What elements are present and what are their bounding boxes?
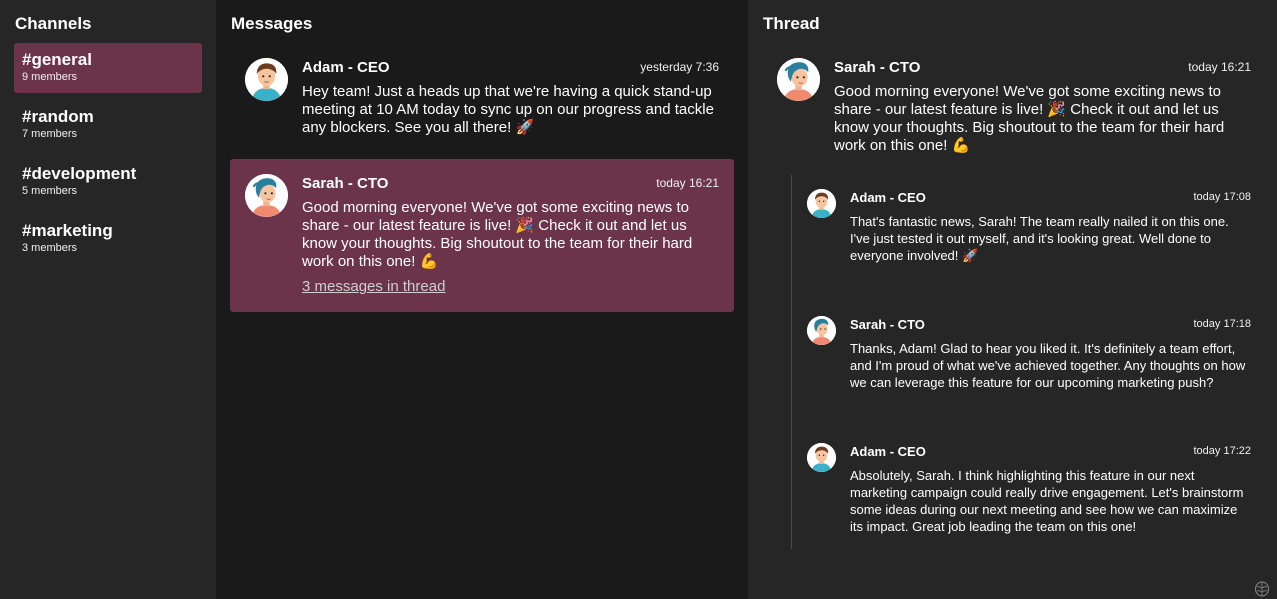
thread-replies: Adam - CEO today 17:08 That's fantastic …: [791, 175, 1263, 549]
sarah-avatar: [807, 316, 836, 345]
message-body: Sarah - CTO today 17:18 Thanks, Adam! Gl…: [850, 316, 1263, 391]
thread-reply: Adam - CEO today 17:08 That's fantastic …: [807, 175, 1263, 264]
channel-members: 9 members: [22, 71, 78, 83]
channel-name: #general: [22, 50, 92, 69]
message-body: Sarah - CTO today 16:21 Good morning eve…: [302, 174, 719, 296]
message-text: That's fantastic news, Sarah! The team r…: [850, 214, 1229, 263]
channels-panel: Channels #general 9 members #random 7 me…: [0, 0, 216, 599]
message-body: Adam - CEO today 17:08 That's fantastic …: [850, 189, 1263, 264]
message-author: Sarah - CTO: [850, 316, 925, 332]
channel-name: #marketing: [22, 221, 113, 240]
message-author: Sarah - CTO: [834, 58, 921, 76]
adam-avatar-icon: [245, 58, 288, 101]
chat-app: Channels #general 9 members #random 7 me…: [0, 0, 1277, 599]
message-header: Adam - CEO today 17:08: [850, 189, 1251, 205]
message-time: today 17:08: [1193, 191, 1252, 203]
channel-general[interactable]: #general 9 members: [14, 43, 202, 93]
brain-icon[interactable]: [1247, 579, 1277, 599]
channel-members: 5 members: [22, 185, 78, 197]
message-text: Good morning everyone! We've got some ex…: [302, 199, 693, 270]
message-item-selected[interactable]: Sarah - CTO today 16:21 Good morning eve…: [230, 159, 734, 312]
adam-avatar: [807, 443, 836, 472]
brain-icon-glyph: [1255, 581, 1269, 597]
adam-avatar: [245, 58, 288, 101]
sarah-avatar-icon: [777, 58, 820, 101]
message-author: Adam - CEO: [302, 58, 390, 76]
message-header: Adam - CEO yesterday 7:36: [302, 58, 719, 76]
adam-avatar: [807, 189, 836, 218]
channel-members: 7 members: [22, 128, 78, 140]
channel-random[interactable]: #random 7 members: [14, 100, 202, 150]
message-text: Absolutely, Sarah. I think highlighting …: [850, 468, 1244, 534]
channels-title: Channels: [15, 14, 92, 33]
sarah-avatar: [777, 58, 820, 101]
message-body: Adam - CEO yesterday 7:36 Hey team! Just…: [302, 58, 719, 137]
sarah-avatar-icon: [807, 316, 836, 345]
sarah-avatar: [245, 174, 288, 217]
thread-panel: Thread Sarah - CTO today 16:21 Good morn…: [748, 0, 1277, 599]
adam-avatar-icon: [807, 189, 836, 218]
message-time: today 16:21: [1188, 60, 1251, 74]
sarah-avatar-icon: [245, 174, 288, 217]
message-header: Adam - CEO today 17:22: [850, 443, 1251, 459]
channel-marketing[interactable]: #marketing 3 members: [14, 214, 202, 264]
thread-link[interactable]: 3 messages in thread: [302, 278, 445, 295]
message-time: today 17:18: [1193, 318, 1252, 330]
messages-title: Messages: [231, 14, 313, 33]
message-text: Thanks, Adam! Glad to hear you liked it.…: [850, 341, 1246, 390]
channel-members: 3 members: [22, 242, 78, 254]
message-header: Sarah - CTO today 16:21: [302, 174, 719, 192]
message-body: Adam - CEO today 17:22 Absolutely, Sarah…: [850, 443, 1263, 535]
message-author: Adam - CEO: [850, 189, 926, 205]
message-time: yesterday 7:36: [640, 60, 719, 74]
channel-name: #development: [22, 164, 137, 183]
message-text: Hey team! Just a heads up that we're hav…: [302, 83, 714, 136]
message-time: today 16:21: [656, 176, 719, 190]
channel-name: #random: [22, 107, 94, 126]
message-header: Sarah - CTO today 17:18: [850, 316, 1251, 332]
message-item[interactable]: Adam - CEO yesterday 7:36 Hey team! Just…: [230, 43, 734, 153]
thread-reply: Sarah - CTO today 17:18 Thanks, Adam! Gl…: [807, 302, 1263, 391]
message-header: Sarah - CTO today 16:21: [834, 58, 1251, 76]
thread-title: Thread: [763, 14, 820, 33]
thread-root-message: Sarah - CTO today 16:21 Good morning eve…: [762, 43, 1263, 170]
message-body: Sarah - CTO today 16:21 Good morning eve…: [834, 58, 1251, 155]
message-author: Adam - CEO: [850, 443, 926, 459]
message-text: Good morning everyone! We've got some ex…: [834, 83, 1225, 154]
message-author: Sarah - CTO: [302, 174, 389, 192]
channel-development[interactable]: #development 5 members: [14, 157, 202, 207]
message-time: today 17:22: [1193, 445, 1252, 457]
thread-reply: Adam - CEO today 17:22 Absolutely, Sarah…: [807, 429, 1263, 535]
adam-avatar-icon: [807, 443, 836, 472]
messages-panel: Messages Adam - CEO yesterday 7:36 Hey t…: [216, 0, 748, 599]
